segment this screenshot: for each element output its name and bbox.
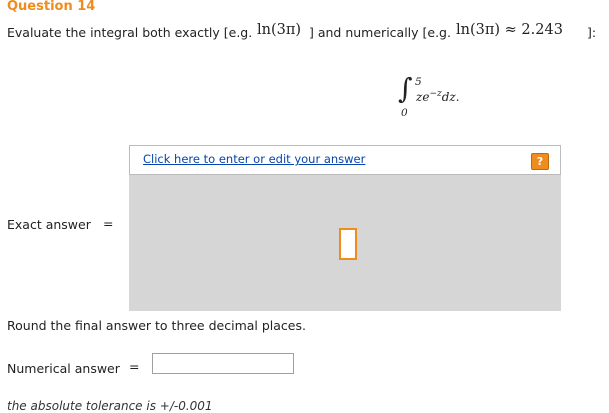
- editor-toolbar: Click here to enter or edit your answer …: [129, 145, 561, 175]
- example-numeric: ln(3π) ≈ 2.243: [456, 22, 563, 38]
- exact-answer-equals: =: [103, 216, 114, 231]
- answer-editor[interactable]: Click here to enter or edit your answer …: [129, 145, 561, 311]
- rounding-instructions: Round the final answer to three decimal …: [7, 318, 306, 333]
- prompt-text-1: Evaluate the integral both exactly [e.g.: [7, 25, 253, 40]
- integrand-exponent: −z: [429, 89, 442, 99]
- prompt-text-3: ]:: [587, 25, 597, 40]
- example-exact: ln(3π): [257, 22, 302, 38]
- integrand-base: ze: [416, 90, 430, 104]
- question-title: Question 14: [7, 0, 96, 14]
- edit-answer-link[interactable]: Click here to enter or edit your answer: [143, 152, 365, 166]
- lower-limit: 0: [401, 107, 408, 119]
- differential: dz.: [441, 90, 460, 104]
- help-icon[interactable]: ?: [531, 153, 549, 170]
- answer-placeholder-box[interactable]: [339, 228, 357, 260]
- numerical-answer-equals: =: [129, 359, 140, 374]
- upper-limit: 5: [415, 76, 422, 88]
- numerical-answer-input[interactable]: [152, 353, 294, 374]
- prompt-text-2: ] and numerically [e.g.: [309, 25, 451, 40]
- integral-sign-icon: ∫: [398, 72, 413, 105]
- integrand: ze−zdz.: [416, 89, 460, 104]
- exact-answer-label: Exact answer: [7, 217, 91, 232]
- question-prompt: Evaluate the integral both exactly [e.g.: [7, 25, 252, 40]
- numerical-answer-label: Numerical answer: [7, 361, 120, 376]
